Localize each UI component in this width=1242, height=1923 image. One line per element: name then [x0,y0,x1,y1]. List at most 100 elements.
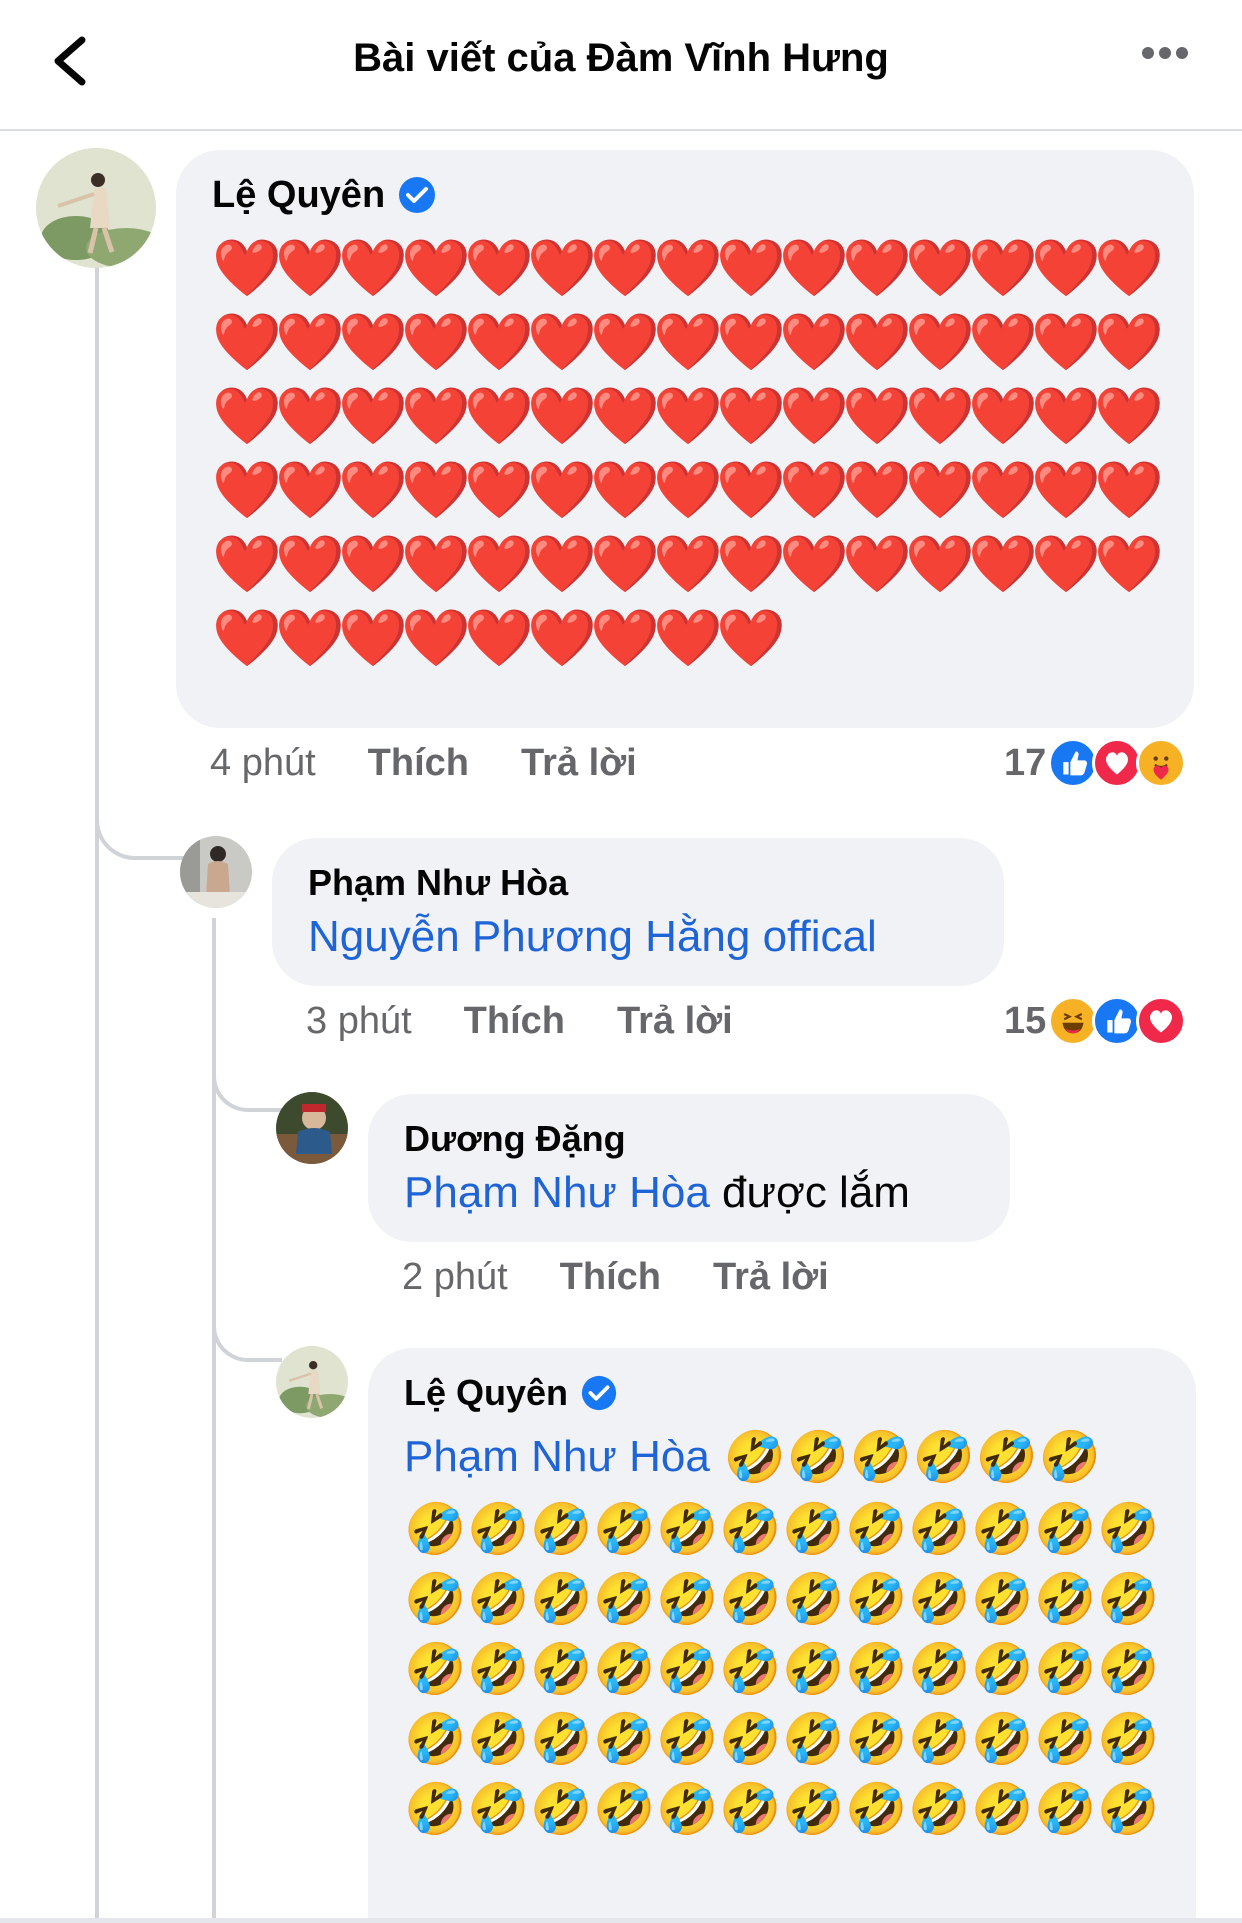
emoji: ❤️ [275,532,345,595]
emoji: ❤️ [1031,310,1101,373]
emoji: ❤️ [1031,384,1101,447]
emoji: 🤣 [971,1641,1034,1697]
comment-time: 4 phút [210,742,316,784]
emoji: ❤️ [779,236,849,299]
reaction-summary[interactable]: 17 [1004,738,1187,788]
emoji: 🤣 [719,1711,782,1767]
author-name[interactable]: Phạm Như Hòa [308,860,968,906]
emoji: 🤣 [719,1571,782,1627]
more-options-icon[interactable] [1142,46,1194,70]
reply-button[interactable]: Trả lời [713,1256,829,1299]
emoji: 🤣 [908,1781,971,1837]
emoji: 🤣 [1034,1501,1097,1557]
emoji: 🤣 [467,1781,530,1837]
emoji: ❤️ [401,236,471,299]
emoji: ❤️ [527,458,597,521]
emoji: ❤️ [590,384,660,447]
haha-reaction-icon [1048,996,1099,1046]
comment-bubble: Phạm Như Hòa Nguyễn Phương Hằng offical [272,838,1004,986]
emoji: ❤️ [842,458,912,521]
emoji: 🤣 [1097,1641,1160,1697]
like-button[interactable]: Thích [560,1256,661,1299]
emoji: 🤣 [782,1781,845,1837]
emoji: 🤣 [719,1641,782,1697]
avatar[interactable] [36,148,156,268]
emoji: ❤️ [401,458,471,521]
emoji: ❤️ [401,606,471,669]
avatar-photo [180,836,252,908]
author-name: Lệ Quyên [404,1372,569,1413]
like-button[interactable]: Thích [464,1000,565,1043]
reply-button[interactable]: Trả lời [617,1000,733,1043]
emoji: 🤣 [1034,1781,1097,1837]
comment-author[interactable]: Lệ Quyên [212,170,1154,220]
author-name[interactable]: Dương Đặng [404,1116,974,1162]
emoji: 🤣 [656,1641,719,1697]
emoji: ❤️ [527,236,597,299]
emoji: 🤣 [908,1711,971,1767]
comment-time: 2 phút [402,1256,508,1298]
emoji: ❤️ [338,532,408,595]
emoji: 🤣 [786,1429,850,1485]
emoji: 🤣 [1034,1571,1097,1627]
emoji: 🤣 [467,1571,530,1627]
avatar-photo [276,1092,348,1164]
emoji: ❤️ [1031,532,1101,595]
page-title: Bài viết của Đàm Vĩnh Hưng [353,36,889,80]
avatar[interactable] [180,836,252,908]
avatar[interactable] [276,1346,348,1418]
emoji: ❤️ [527,606,597,669]
emoji: 🤣 [782,1711,845,1767]
emoji: ❤️ [464,384,534,447]
emoji: ❤️ [653,310,723,373]
emoji: ❤️ [464,310,534,373]
like-button[interactable]: Thích [368,742,469,785]
mention-link[interactable]: Phạm Như Hòa [404,1168,710,1217]
emoji: ❤️ [401,384,471,447]
reaction-summary[interactable]: 15 [1004,996,1187,1046]
emoji: ❤️ [1094,458,1164,521]
emoji: ❤️ [968,384,1038,447]
emoji: 🤣 [1097,1501,1160,1557]
emoji: ❤️ [905,310,975,373]
emoji: ❤️ [527,532,597,595]
emoji: 🤣 [1038,1429,1102,1485]
emoji: ❤️ [779,384,849,447]
emoji: 🤣 [971,1501,1034,1557]
emoji: 🤣 [530,1781,593,1837]
emoji: 🤣 [404,1571,467,1627]
emoji: 🤣 [845,1781,908,1837]
emoji: 🤣 [908,1571,971,1627]
emoji: ❤️ [968,236,1038,299]
emoji: 🤣 [1097,1781,1160,1837]
emoji: 🤣 [467,1501,530,1557]
comment-author[interactable]: Lệ Quyên [404,1370,1160,1416]
care-reaction-icon [1136,738,1187,788]
mention-link[interactable]: Phạm Như Hòa [404,1432,710,1482]
emoji-content: 🤣 🤣 🤣 🤣 🤣 🤣 🤣 🤣 🤣 🤣 🤣 🤣 🤣 🤣 🤣 🤣 🤣 🤣 🤣 🤣 🤣 🤣 🤣 🤣 🤣 🤣 🤣 🤣 🤣 🤣 🤣 🤣 🤣 🤣 🤣 🤣 🤣 🤣 🤣 🤣… [404,1504,1164,1834]
emoji: 🤣 [782,1571,845,1627]
emoji: ❤️ [905,236,975,299]
top-bar: Bài viết của Đàm Vĩnh Hưng [0,0,1242,131]
emoji: 🤣 [656,1711,719,1767]
bottom-divider [0,1918,1242,1923]
emoji: 🤣 [656,1571,719,1627]
emoji: 🤣 [593,1711,656,1767]
emoji: ❤️ [716,384,786,447]
emoji: ❤️ [653,458,723,521]
verified-badge-icon [581,1375,617,1411]
reply-button[interactable]: Trả lời [521,742,637,785]
avatar[interactable] [276,1092,348,1164]
emoji: ❤️ [275,458,345,521]
emoji: ❤️ [401,310,471,373]
emoji: 🤣 [971,1571,1034,1627]
emoji: 🤣 [1097,1571,1160,1627]
comment-meta: 4 phút Thích Trả lời [210,742,637,785]
emoji: ❤️ [338,236,408,299]
emoji: ❤️ [1094,310,1164,373]
mention-link[interactable]: Nguyễn Phương Hằng offical [308,912,968,962]
emoji: ❤️ [590,236,660,299]
emoji: ❤️ [527,384,597,447]
emoji: ❤️ [653,236,723,299]
emoji: ❤️ [1094,384,1164,447]
